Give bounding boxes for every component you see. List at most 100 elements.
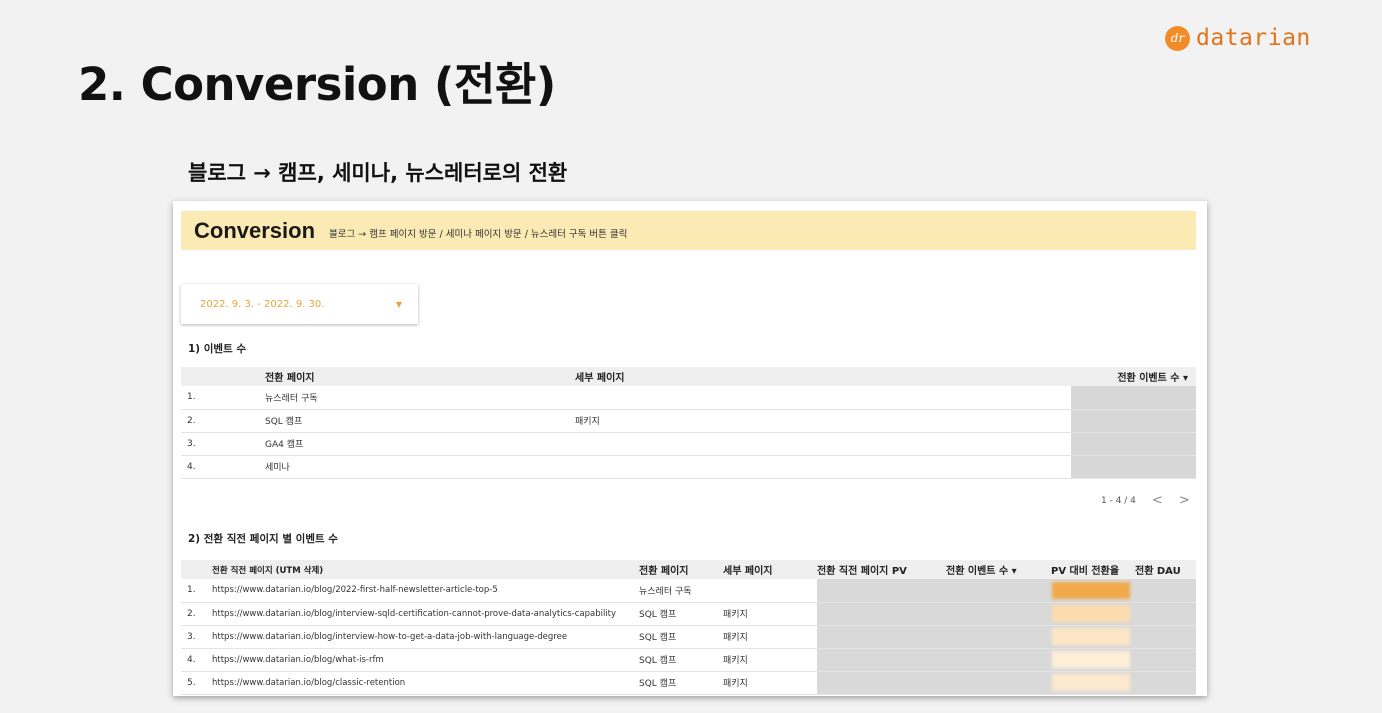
- detail-page-cell: [575, 432, 1071, 456]
- conversion-rate-heat-bar: [1052, 628, 1130, 645]
- detail-page-cell: [723, 579, 817, 603]
- next-page-icon[interactable]: >: [1179, 493, 1190, 508]
- conversion-page-cell: 뉴스레터 구독: [265, 386, 575, 410]
- date-range-value: 2022. 9. 3. - 2022. 9. 30.: [200, 298, 325, 310]
- pre-conversion-page-url[interactable]: https://www.datarian.io/blog/interview-s…: [212, 602, 639, 626]
- header-index: [181, 367, 265, 386]
- pre-conversion-pv-cell: [817, 625, 946, 649]
- detail-page-cell: 패키지: [723, 648, 817, 672]
- row-index: 5.: [181, 671, 212, 695]
- conversion-rate-heat-bar: [1052, 581, 1130, 599]
- conversion-dau-cell: [1135, 625, 1196, 649]
- conversion-dau-cell: [1135, 602, 1196, 626]
- pre-conversion-pv-cell: [817, 671, 946, 695]
- slide-subtitle: 블로그 → 캠프, 세미나, 뉴스레터로의 전환: [188, 161, 568, 185]
- detail-page-cell: 패키지: [723, 602, 817, 626]
- table-row[interactable]: 1. 뉴스레터 구독: [181, 386, 1196, 410]
- header-detail-page[interactable]: 세부 페이지: [723, 560, 817, 579]
- conversion-page-cell: 세미나: [265, 455, 575, 479]
- table-row[interactable]: 5. https://www.datarian.io/blog/classic-r…: [181, 671, 1196, 695]
- conversion-page-cell: SQL 캠프: [265, 409, 575, 433]
- header-index: [181, 560, 212, 579]
- conversion-rate-heat-bar: [1052, 605, 1130, 622]
- conversion-rate-heat-bar: [1052, 651, 1130, 668]
- row-index: 1.: [181, 579, 212, 603]
- prev-page-icon[interactable]: <: [1152, 493, 1163, 508]
- report-header-banner: Conversion 블로그 → 캠프 페이지 방문 / 세미나 페이지 방문 …: [181, 211, 1196, 250]
- slide-title: 2. Conversion (전환): [78, 58, 556, 111]
- pre-conversion-page-url[interactable]: https://www.datarian.io/blog/what-is-rfm: [212, 648, 639, 672]
- header-conversion-dau[interactable]: 전환 DAU: [1135, 560, 1196, 579]
- conversion-page-cell: SQL 캠프: [639, 602, 723, 626]
- conversion-events-cell: [946, 579, 1047, 603]
- brand-mark-icon: dr: [1165, 25, 1190, 51]
- section-event-count-label: 1) 이벤트 수: [188, 343, 247, 355]
- date-range-picker[interactable]: 2022. 9. 3. - 2022. 9. 30. ▼: [181, 284, 418, 324]
- conversion-page-cell: SQL 캠프: [639, 625, 723, 649]
- conversion-events-cell: [1071, 409, 1196, 433]
- header-conversion-page[interactable]: 전환 페이지: [639, 560, 723, 579]
- pv-conversion-rate-cell: [1047, 648, 1135, 672]
- row-index: 1.: [181, 386, 265, 410]
- pv-conversion-rate-cell: [1047, 625, 1135, 649]
- conversion-rate-heat-bar: [1052, 674, 1130, 691]
- detail-page-cell: 패키지: [723, 625, 817, 649]
- row-index: 4.: [181, 648, 212, 672]
- pre-conversion-pv-cell: [817, 648, 946, 672]
- row-index: 3.: [181, 432, 265, 456]
- table-row[interactable]: 3. https://www.datarian.io/blog/interview…: [181, 625, 1196, 649]
- report-title: Conversion: [194, 217, 316, 243]
- pre-conversion-pv-cell: [817, 602, 946, 626]
- pre-conversion-page-url[interactable]: https://www.datarian.io/blog/2022-first-…: [212, 579, 639, 603]
- conversion-events-cell: [1071, 386, 1196, 410]
- chevron-down-icon: ▼: [395, 299, 402, 309]
- header-pv-conversion-rate[interactable]: PV 대비 전환율: [1047, 560, 1135, 579]
- conversion-events-cell: [946, 625, 1047, 649]
- header-pre-conversion-pv[interactable]: 전환 직전 페이지 PV: [817, 560, 946, 579]
- section-page-events-label: 2) 전환 직전 페이지 별 이벤트 수: [188, 533, 338, 545]
- pre-conversion-pv-cell: [817, 579, 946, 603]
- detail-page-cell: 패키지: [723, 671, 817, 695]
- detail-page-cell: [575, 455, 1071, 479]
- report-panel: Conversion 블로그 → 캠프 페이지 방문 / 세미나 페이지 방문 …: [173, 201, 1207, 696]
- brand-logo: dr datarian: [1165, 25, 1311, 51]
- header-detail-page[interactable]: 세부 페이지: [575, 367, 1071, 386]
- table-row[interactable]: 2. https://www.datarian.io/blog/interview…: [181, 602, 1196, 626]
- table-row[interactable]: 1. https://www.datarian.io/blog/2022-firs…: [181, 579, 1196, 603]
- pv-conversion-rate-cell: [1047, 602, 1135, 626]
- table-row[interactable]: 4. 세미나: [181, 455, 1196, 479]
- conversion-dau-cell: [1135, 579, 1196, 603]
- row-index: 2.: [181, 409, 265, 433]
- header-conversion-page[interactable]: 전환 페이지: [265, 367, 575, 386]
- conversion-dau-cell: [1135, 671, 1196, 695]
- conversion-events-cell: [946, 648, 1047, 672]
- detail-page-cell: [575, 386, 1071, 410]
- pre-conversion-page-url[interactable]: https://www.datarian.io/blog/interview-h…: [212, 625, 639, 649]
- conversion-page-cell: SQL 캠프: [639, 648, 723, 672]
- row-index: 3.: [181, 625, 212, 649]
- conversion-events-cell: [946, 602, 1047, 626]
- pv-conversion-rate-cell: [1047, 671, 1135, 695]
- row-index: 2.: [181, 602, 212, 626]
- report-description: 블로그 → 캠프 페이지 방문 / 세미나 페이지 방문 / 뉴스레터 구독 버…: [329, 228, 628, 240]
- conversion-page-cell: 뉴스레터 구독: [639, 579, 723, 603]
- conversion-events-cell: [946, 671, 1047, 695]
- header-conversion-events[interactable]: 전환 이벤트 수 ▾: [946, 560, 1047, 579]
- header-conversion-events[interactable]: 전환 이벤트 수 ▾: [1071, 367, 1196, 386]
- conversion-page-cell: GA4 캠프: [265, 432, 575, 456]
- brand-name: datarian: [1196, 25, 1311, 51]
- row-index: 4.: [181, 455, 265, 479]
- conversion-events-cell: [1071, 432, 1196, 456]
- table-row[interactable]: 4. https://www.datarian.io/blog/what-is-r…: [181, 648, 1196, 672]
- table-row[interactable]: 3. GA4 캠프: [181, 432, 1196, 456]
- table-row[interactable]: 2. SQL 캠프 패키지: [181, 409, 1196, 433]
- pagination-range: 1 - 4 / 4: [1101, 495, 1136, 506]
- header-pre-conversion-page[interactable]: 전환 직전 페이지 (UTM 삭제): [212, 560, 639, 579]
- pagination: 1 - 4 / 4 < >: [1101, 493, 1190, 508]
- pre-conversion-page-url[interactable]: https://www.datarian.io/blog/classic-ret…: [212, 671, 639, 695]
- pv-conversion-rate-cell: [1047, 579, 1135, 603]
- conversion-events-cell: [1071, 455, 1196, 479]
- conversion-page-cell: SQL 캠프: [639, 671, 723, 695]
- conversion-dau-cell: [1135, 648, 1196, 672]
- pre-conversion-page-table: 전환 직전 페이지 (UTM 삭제) 전환 페이지 세부 페이지 전환 직전 페…: [181, 560, 1196, 695]
